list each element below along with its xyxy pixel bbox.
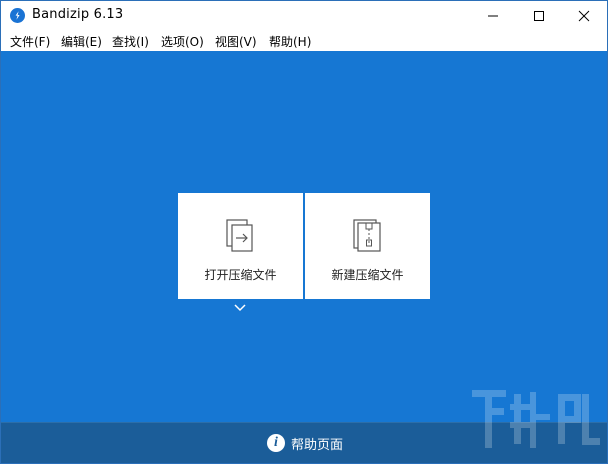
maximize-button[interactable]: [516, 1, 562, 31]
minimize-icon: [488, 15, 498, 17]
new-archive-icon: [353, 219, 381, 252]
maximize-icon: [534, 11, 544, 21]
open-archive-icon: [226, 219, 253, 252]
menu-file[interactable]: 文件(F): [10, 33, 50, 50]
menu-find[interactable]: 查找(I): [112, 33, 149, 50]
open-archive-label: 打开压缩文件: [204, 268, 277, 282]
help-page-label: 帮助页面: [291, 438, 344, 453]
bandizip-logo-icon: [10, 8, 25, 23]
title-bar[interactable]: Bandizip 6.13: [1, 1, 607, 31]
minimize-button[interactable]: [470, 1, 516, 31]
info-icon: i: [267, 434, 285, 452]
chevron-down-icon[interactable]: [233, 302, 247, 312]
menu-edit[interactable]: 编辑(E): [61, 33, 102, 50]
menu-options[interactable]: 选项(O): [161, 33, 204, 50]
close-icon: [578, 10, 590, 22]
open-archive-button[interactable]: 打开压缩文件: [178, 193, 303, 299]
new-archive-button[interactable]: 新建压缩文件: [305, 193, 430, 299]
menu-bar: 文件(F) 编辑(E) 查找(I) 选项(O) 视图(V) 帮助(H): [1, 31, 607, 51]
window-title: Bandizip 6.13: [32, 7, 124, 22]
close-button[interactable]: [561, 1, 607, 31]
menu-help[interactable]: 帮助(H): [269, 33, 311, 50]
watermark-logo-icon: [472, 390, 600, 448]
menu-view[interactable]: 视图(V): [215, 33, 257, 50]
main-panel: 打开压缩文件 新建压缩文件: [1, 51, 607, 422]
new-archive-label: 新建压缩文件: [331, 268, 404, 282]
